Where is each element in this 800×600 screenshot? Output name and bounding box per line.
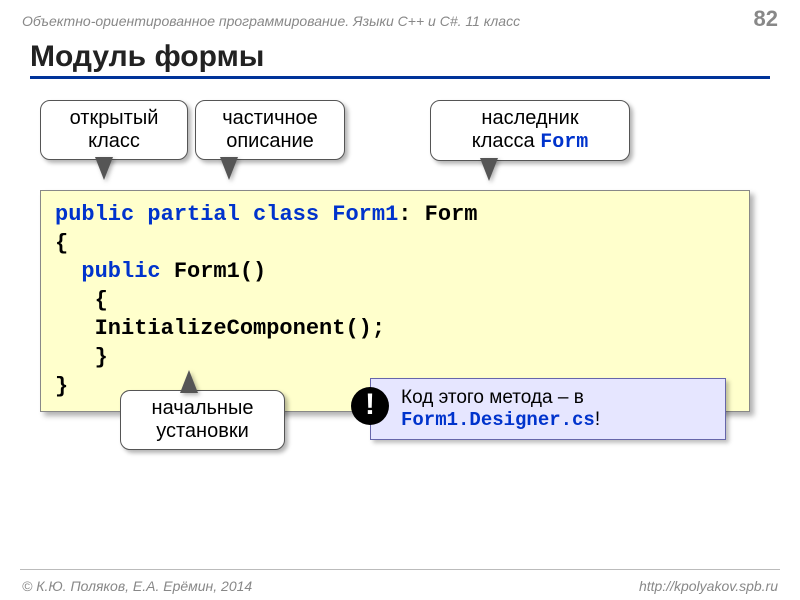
callout-tail-icon <box>481 159 497 181</box>
callout-public: открытый класс <box>40 100 188 160</box>
slide: Объектно-ориентированное программировани… <box>0 0 800 600</box>
text: открытый <box>70 107 159 129</box>
text: класс <box>88 130 140 152</box>
text: начальные <box>152 397 254 419</box>
callout-tail-icon <box>96 158 112 180</box>
exclaim-icon: ! <box>351 387 389 425</box>
text: частичное <box>222 107 318 129</box>
class-name: Form <box>540 131 588 154</box>
code-text: : Form <box>398 202 477 227</box>
note-box: ! Код этого метода – в Form1.Designer.cs… <box>370 378 726 440</box>
code-text: { <box>55 288 108 313</box>
text: установки <box>156 420 249 442</box>
code-text: { <box>55 231 68 256</box>
code-text: } <box>55 374 68 399</box>
slide-title: Модуль формы <box>30 40 770 79</box>
course-name: Объектно-ориентированное программировани… <box>22 13 520 29</box>
callout-tail-icon <box>181 370 197 392</box>
note-filename: Form1.Designer.cs <box>401 409 595 431</box>
code-text: } <box>55 345 108 370</box>
callout-init: начальные установки <box>120 390 285 450</box>
text: класса <box>472 130 540 152</box>
footer-divider <box>20 569 780 570</box>
footer: © К.Ю. Поляков, Е.А. Ерёмин, 2014 http:/… <box>22 578 778 594</box>
kw-partial: partial <box>147 202 239 227</box>
kw-public: public <box>55 202 134 227</box>
kw-class: class <box>253 202 319 227</box>
callout-partial: частичное описание <box>195 100 345 160</box>
note-text: Код этого метода – в <box>401 387 584 408</box>
callout-inherit: наследник класса Form <box>430 100 630 161</box>
note-excl: ! <box>595 409 600 430</box>
callout-tail-icon <box>221 158 237 180</box>
footer-url: http://kpolyakov.spb.ru <box>639 578 778 594</box>
code-text: InitializeComponent(); <box>55 316 385 341</box>
text: описание <box>226 130 314 152</box>
page-number: 82 <box>754 6 778 32</box>
copyright: © К.Ю. Поляков, Е.А. Ерёмин, 2014 <box>22 578 252 594</box>
kw-public: public <box>81 259 160 284</box>
header: Объектно-ориентированное программировани… <box>0 0 800 32</box>
code-text: Form1() <box>161 259 267 284</box>
text: наследник <box>481 107 578 129</box>
class-name: Form1 <box>332 202 398 227</box>
